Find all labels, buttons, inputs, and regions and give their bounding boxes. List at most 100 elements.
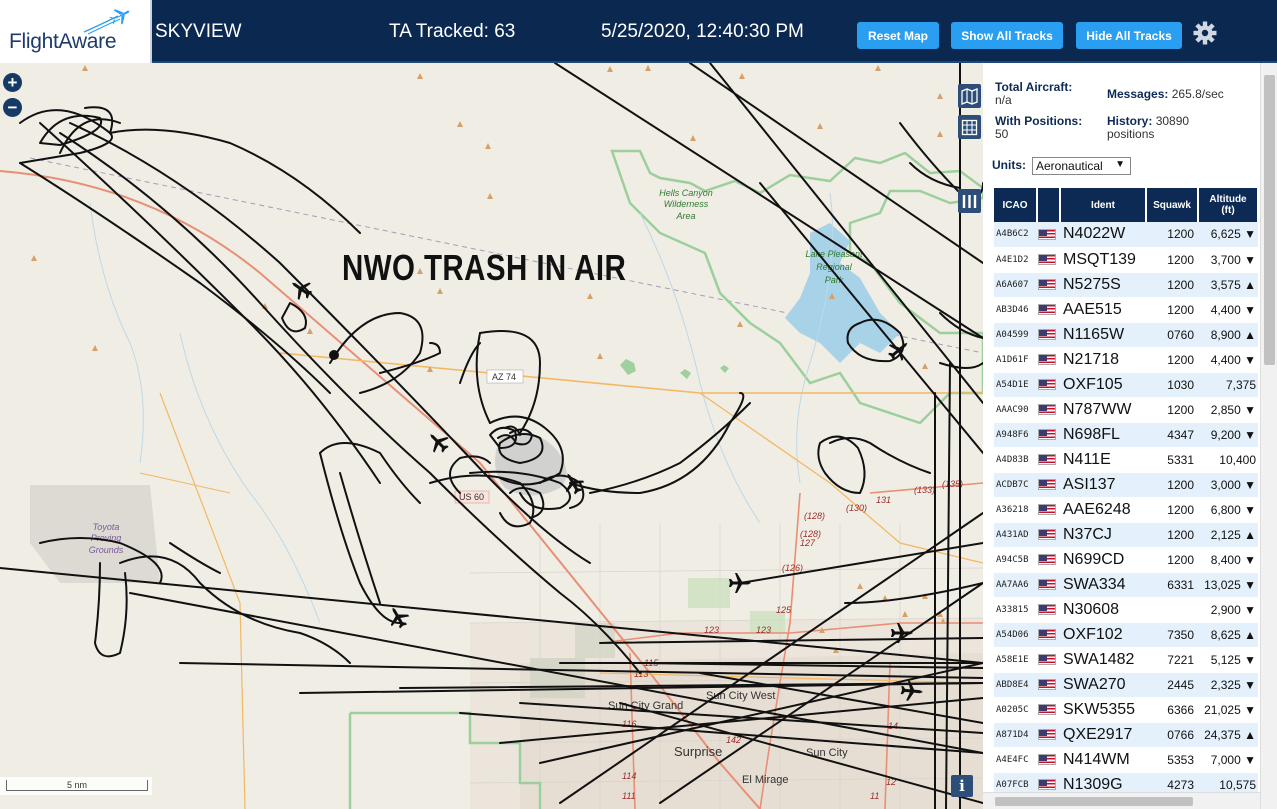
units-value: Aeronautical	[1036, 159, 1103, 173]
place-label-sun-city: Sun City	[806, 747, 848, 759]
us-flag-icon	[1038, 728, 1056, 740]
messages-stat: Messages: 265.8/sec	[1107, 88, 1224, 101]
cell-flag	[1037, 397, 1060, 423]
table-row[interactable]: A04599 N1165W 0760 8,900 ▲	[994, 322, 1258, 348]
cell-icao: AA7AA6	[994, 572, 1037, 598]
cell-squawk: 7350	[1146, 622, 1198, 648]
us-flag-icon	[1038, 553, 1056, 565]
cell-ident: N5275S	[1060, 272, 1146, 298]
table-row[interactable]: A4E1D2 MSQT139 1200 3,700 ▼	[994, 247, 1258, 273]
table-row[interactable]: AA7AA6 SWA334 6331 13,025 ▼	[994, 572, 1258, 598]
cell-squawk: 1200	[1146, 297, 1198, 323]
table-row[interactable]: A0205C SKW5355 6366 21,025 ▼	[994, 697, 1258, 723]
cell-icao: A4E1D2	[994, 247, 1037, 273]
horizontal-scroll-thumb[interactable]	[995, 797, 1193, 806]
table-row[interactable]: A1D61F N21718 1200 4,400 ▼	[994, 347, 1258, 373]
zoom-out-button[interactable]: −	[3, 98, 22, 117]
table-row[interactable]: A4B6C2 N4022W 1200 6,625 ▼	[994, 222, 1258, 248]
aircraft-table-body: A4B6C2 N4022W 1200 6,625 ▼ A4E1D2 MSQT139 1200…	[994, 222, 1258, 798]
map-layer-toggle[interactable]	[958, 84, 981, 108]
table-row[interactable]: A4D83B N411E 5331 10,400	[994, 447, 1258, 473]
cell-flag	[1037, 547, 1060, 573]
table-row[interactable]: A948F6 N698FL 4347 9,200 ▼	[994, 422, 1258, 448]
table-row[interactable]: A6A607 N5275S 1200 3,575 ▲	[994, 272, 1258, 298]
route-label: 11	[870, 791, 879, 801]
columns-toggle[interactable]	[958, 189, 981, 213]
us-flag-icon	[1038, 228, 1056, 240]
cell-ident: N21718	[1060, 347, 1146, 373]
cell-icao: ABD8E4	[994, 672, 1037, 698]
table-row[interactable]: A36218 AAE6248 1200 6,800 ▼	[994, 497, 1258, 523]
table-row[interactable]: A4E4FC N414WM 5353 7,000 ▼	[994, 747, 1258, 773]
horizontal-scrollbar[interactable]	[983, 792, 1260, 809]
cell-altitude: 7,000 ▼	[1198, 747, 1258, 773]
table-row[interactable]: AAAC90 N787WW 1200 2,850 ▼	[994, 397, 1258, 423]
flightaware-logo[interactable]: FlightAware	[0, 0, 152, 63]
map-canvas[interactable]: (128) (128) 127 (126) 125 123 123 (130) …	[0, 63, 983, 809]
cell-squawk	[1146, 597, 1198, 623]
cell-squawk: 0766	[1146, 722, 1198, 748]
table-row[interactable]: ACDB7C ASI137 1200 3,000 ▼	[994, 472, 1258, 498]
us-flag-icon	[1038, 678, 1056, 690]
place-label-lake-pleasant: Regional	[816, 262, 853, 272]
cell-ident: ASI137	[1060, 472, 1146, 498]
us-flag-icon	[1038, 353, 1056, 365]
cell-icao: A58E1E	[994, 647, 1037, 673]
column-header-ident[interactable]: Ident	[1060, 188, 1147, 222]
gear-icon[interactable]	[1192, 20, 1218, 46]
table-header-row: ICAO Ident Squawk Altitude (ft)	[994, 188, 1259, 222]
vertical-scroll-thumb[interactable]	[1264, 75, 1275, 365]
us-flag-icon	[1038, 453, 1056, 465]
us-flag-icon	[1038, 503, 1056, 515]
reset-map-button[interactable]: Reset Map	[857, 22, 939, 49]
cell-icao: A431AD	[994, 522, 1037, 548]
us-flag-icon	[1038, 303, 1056, 315]
us-flag-icon	[1038, 428, 1056, 440]
units-select[interactable]: Aeronautical ▼	[1032, 157, 1131, 175]
table-row[interactable]: A58E1E SWA1482 7221 5,125 ▼	[994, 647, 1258, 673]
us-flag-icon	[1038, 628, 1056, 640]
history-unit: positions	[1107, 127, 1155, 141]
history-value: 30890	[1155, 114, 1190, 128]
datetime-display: 5/25/2020, 12:40:30 PM	[601, 21, 804, 42]
hide-all-tracks-button[interactable]: Hide All Tracks	[1076, 22, 1182, 49]
with-positions-value: 50	[995, 127, 1009, 141]
table-row[interactable]: A94C5B N699CD 1200 8,400 ▼	[994, 547, 1258, 573]
route-label: 125	[776, 605, 792, 615]
info-icon[interactable]: i	[951, 775, 973, 797]
us-flag-icon	[1038, 253, 1056, 265]
zoom-in-button[interactable]: +	[3, 73, 22, 92]
aircraft-panel: Total Aircraft: n/a With Positions: 50 M…	[983, 63, 1277, 809]
cell-ident: N698FL	[1060, 422, 1146, 448]
table-row[interactable]: AB3D46 AAE515 1200 4,400 ▼	[994, 297, 1258, 323]
cell-squawk: 1200	[1146, 497, 1198, 523]
cell-flag	[1037, 647, 1060, 673]
map-view[interactable]: (128) (128) 127 (126) 125 123 123 (130) …	[0, 63, 983, 809]
table-row[interactable]: A871D4 QXE2917 0766 24,375 ▲	[994, 722, 1258, 748]
grid-toggle[interactable]	[958, 115, 981, 139]
cell-squawk: 5331	[1146, 447, 1198, 473]
map-overlay-caption: NWO TRASH IN AIR	[342, 247, 627, 288]
column-header-flag[interactable]	[1037, 188, 1061, 222]
table-row[interactable]: A431AD N37CJ 1200 2,125 ▲	[994, 522, 1258, 548]
cell-altitude: 4,400 ▼	[1198, 297, 1258, 323]
column-header-squawk[interactable]: Squawk	[1146, 188, 1199, 222]
show-all-tracks-button[interactable]: Show All Tracks	[951, 22, 1063, 49]
table-row[interactable]: ABD8E4 SWA270 2445 2,325 ▼	[994, 672, 1258, 698]
table-row[interactable]: A33815 N30608 2,900 ▼	[994, 597, 1258, 623]
column-header-altitude[interactable]: Altitude (ft)	[1198, 188, 1259, 222]
cell-icao: A94C5B	[994, 547, 1037, 573]
table-row[interactable]: A54D06 OXF102 7350 8,625 ▲	[994, 622, 1258, 648]
column-header-icao[interactable]: ICAO	[994, 188, 1038, 222]
vertical-scrollbar[interactable]	[1260, 63, 1277, 809]
cell-flag	[1037, 672, 1060, 698]
table-row[interactable]: A54D1E OXF105 1030 7,375	[994, 372, 1258, 398]
altitude-header-label: Altitude	[1209, 194, 1247, 205]
airplane-icon[interactable]	[423, 427, 453, 457]
cell-squawk: 7221	[1146, 647, 1198, 673]
cell-ident: AAE6248	[1060, 497, 1146, 523]
place-label-toyota: Toyota	[93, 522, 120, 532]
cell-ident: N37CJ	[1060, 522, 1146, 548]
airplane-icon[interactable]	[729, 573, 751, 593]
cell-ident: MSQT139	[1060, 247, 1146, 273]
